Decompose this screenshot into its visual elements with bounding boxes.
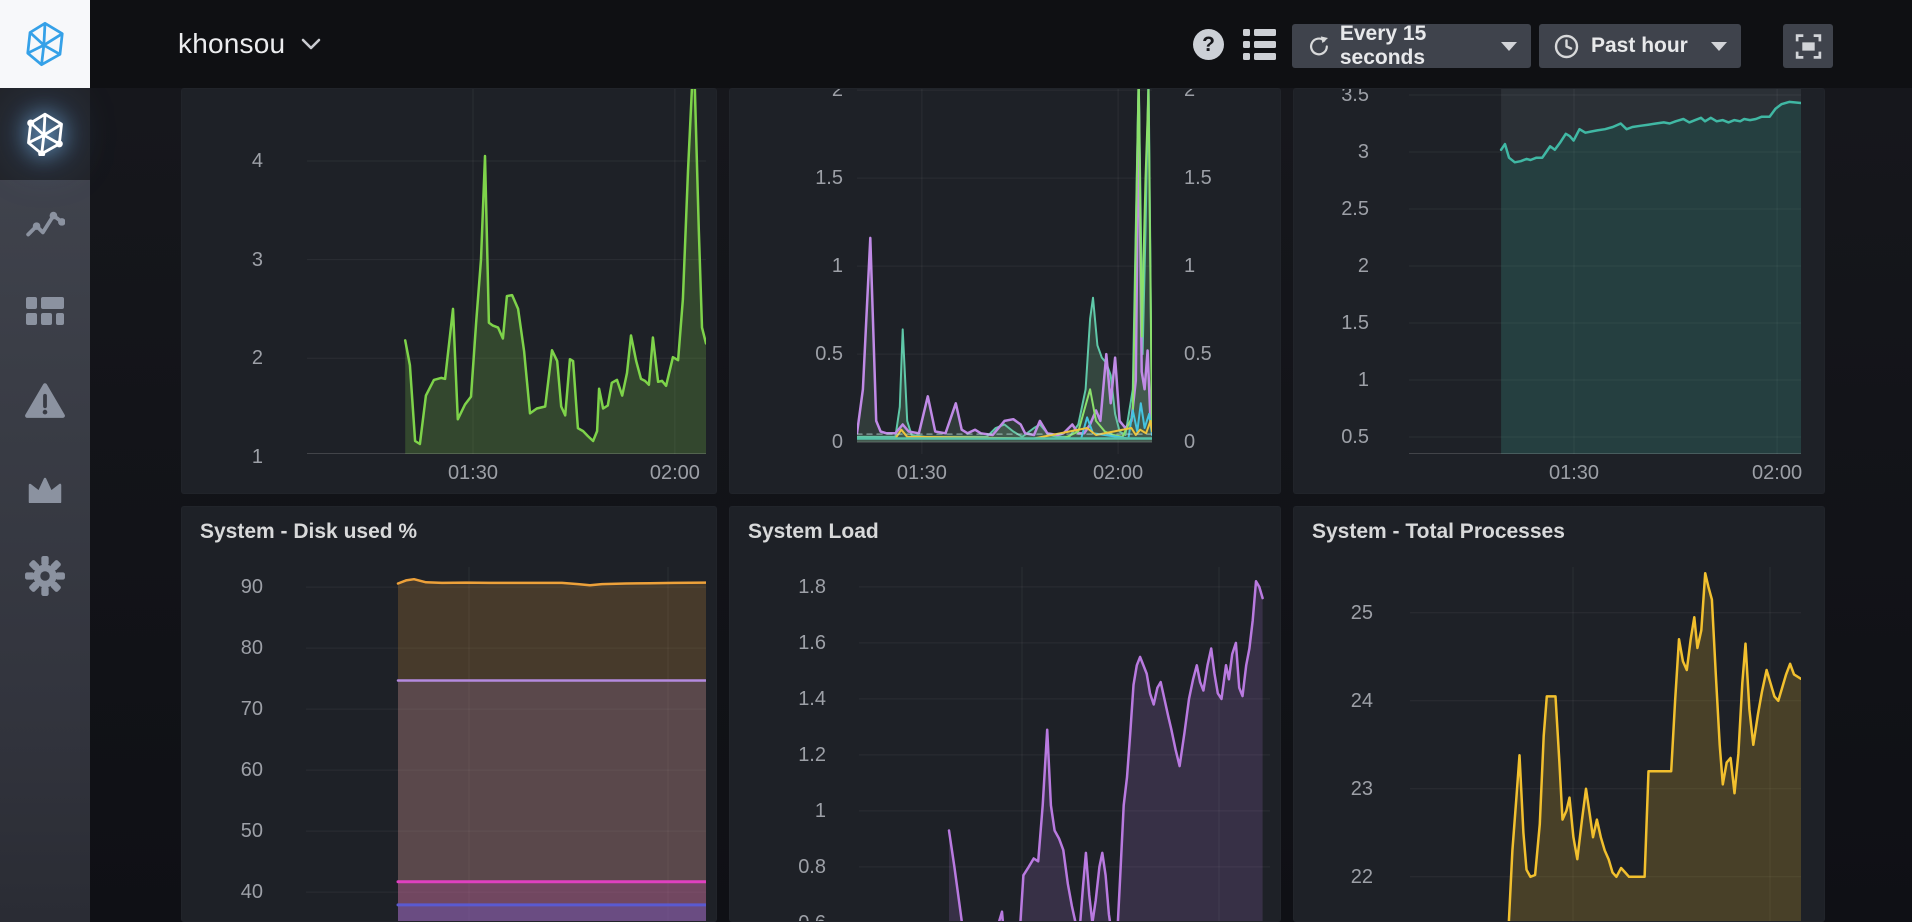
y-tick-label: 2: [1299, 254, 1369, 279]
y-tick-label: 0: [773, 430, 843, 455]
y-tick-label: 70: [193, 697, 263, 722]
y-tick-label: 1.5: [773, 166, 843, 191]
y-tick-label: 0.5: [773, 342, 843, 367]
panel-top-middle: 2 2 1.5 1.5 1 1 0.5 0.5 0 0 01:30 02:00: [729, 88, 1281, 494]
y-tick-label: 25: [1303, 601, 1373, 626]
panel-disk-used: System - Disk used % 90 80 70 60 50 40: [181, 506, 717, 922]
y-tick-label: 0.6: [756, 911, 826, 922]
y-tick-label: 1: [193, 445, 263, 470]
dashboard-title: khonsou: [178, 28, 285, 60]
panel-chart-disk-used: [306, 567, 706, 922]
y-tick-label: 1: [773, 254, 843, 279]
fullscreen-icon: [1793, 31, 1824, 62]
y-tick-label: 1: [1184, 254, 1254, 279]
caret-down-icon: [1501, 42, 1517, 51]
clock-icon: [1553, 33, 1580, 60]
dashboards-grid-icon: [25, 295, 65, 329]
side-menu: [0, 88, 90, 922]
x-tick-label: 01:30: [413, 461, 533, 486]
panel-system-load: System Load 1.8 1.6 1.4 1.2 1 0.8 0.6: [729, 506, 1281, 922]
y-tick-label: 60: [193, 758, 263, 783]
y-tick-label: 80: [193, 636, 263, 661]
gear-icon: [24, 555, 66, 597]
y-tick-label: 1.6: [756, 631, 826, 656]
sidebar-item-configuration[interactable]: [0, 532, 90, 620]
sidebar-item-dashboards[interactable]: [0, 268, 90, 356]
y-tick-label: 3.5: [1299, 88, 1369, 108]
fullscreen-button[interactable]: [1783, 24, 1833, 68]
x-tick-label: 02:00: [1058, 461, 1178, 486]
y-tick-label: 1.5: [1184, 166, 1254, 191]
y-tick-label: 0.8: [756, 855, 826, 880]
y-tick-label: 0.5: [1184, 342, 1254, 367]
panel-top-left: 4 3 2 1 01:30 02:00: [181, 88, 717, 494]
panel-total-processes: System - Total Processes 25 24 23 22: [1293, 506, 1825, 922]
dashboard-title-dropdown[interactable]: khonsou: [178, 0, 321, 88]
panel-chart-system-load: [859, 567, 1270, 922]
pulse-icon: [25, 206, 65, 242]
y-tick-label: 0: [1184, 430, 1254, 455]
refresh-interval-button[interactable]: Every 15 seconds: [1292, 24, 1531, 68]
grafana-dashboard: khonsou ? Every 15 seconds: [0, 0, 1912, 922]
y-tick-label: 1.8: [756, 575, 826, 600]
alert-triangle-icon: [24, 381, 66, 419]
y-tick-label: 1.5: [1299, 311, 1369, 336]
y-tick-label: 90: [193, 575, 263, 600]
sidebar-item-admin[interactable]: [0, 444, 90, 532]
help-icon: ?: [1202, 33, 1215, 57]
sidebar-item-grafana-home[interactable]: [0, 88, 90, 180]
y-tick-label: 22: [1303, 865, 1373, 890]
grafana-glow-icon: [23, 112, 67, 156]
refresh-interval-label: Every 15 seconds: [1340, 22, 1490, 70]
y-tick-label: 3: [193, 248, 263, 273]
sidebar-item-alerting[interactable]: [0, 356, 90, 444]
y-tick-label: 40: [193, 880, 263, 905]
x-tick-label: 02:00: [615, 461, 717, 486]
y-tick-label: 23: [1303, 777, 1373, 802]
grafana-logo-button[interactable]: [0, 0, 90, 88]
refresh-icon: [1306, 33, 1329, 60]
help-button[interactable]: ?: [1193, 29, 1224, 60]
y-tick-label: 2.5: [1299, 197, 1369, 222]
panel-chart-top-middle: [857, 89, 1152, 454]
y-tick-label: 3: [1299, 140, 1369, 165]
panel-top-right: 3.5 3 2.5 2 1.5 1 0.5 01:30 02:00: [1293, 88, 1825, 494]
y-tick-label: 4: [193, 149, 263, 174]
y-tick-label: 2: [1184, 88, 1254, 103]
panel-chart-top-left: [307, 89, 706, 454]
panel-title-system-load[interactable]: System Load: [748, 520, 879, 544]
crown-icon: [25, 473, 65, 503]
panel-title-total-processes[interactable]: System - Total Processes: [1312, 520, 1565, 544]
y-tick-label: 50: [193, 819, 263, 844]
top-navbar: khonsou ? Every 15 seconds: [0, 0, 1912, 88]
sidebar-item-metrics[interactable]: [0, 180, 90, 268]
y-tick-label: 2: [193, 346, 263, 371]
cycle-view-mode-button[interactable]: [1243, 29, 1276, 66]
y-tick-label: 1: [756, 799, 826, 824]
x-tick-label: 01:30: [1514, 461, 1634, 486]
x-tick-label: 02:00: [1717, 461, 1825, 486]
caret-down-icon: [1711, 42, 1727, 51]
time-range-button[interactable]: Past hour: [1539, 24, 1741, 68]
chevron-down-icon: [301, 38, 321, 50]
grafana-logo-icon: [22, 21, 68, 67]
y-tick-label: 1.4: [756, 687, 826, 712]
panel-title-disk-used[interactable]: System - Disk used %: [200, 520, 417, 544]
x-tick-label: 01:30: [862, 461, 982, 486]
time-range-label: Past hour: [1591, 34, 1688, 58]
y-tick-label: 2: [773, 88, 843, 103]
y-tick-label: 1.2: [756, 743, 826, 768]
y-tick-label: 24: [1303, 689, 1373, 714]
y-tick-label: 1: [1299, 368, 1369, 393]
y-tick-label: 0.5: [1299, 425, 1369, 450]
kiosk-mode-icon: [1243, 29, 1276, 61]
panel-chart-total-processes: [1410, 567, 1801, 922]
panel-chart-top-right: [1409, 89, 1801, 454]
